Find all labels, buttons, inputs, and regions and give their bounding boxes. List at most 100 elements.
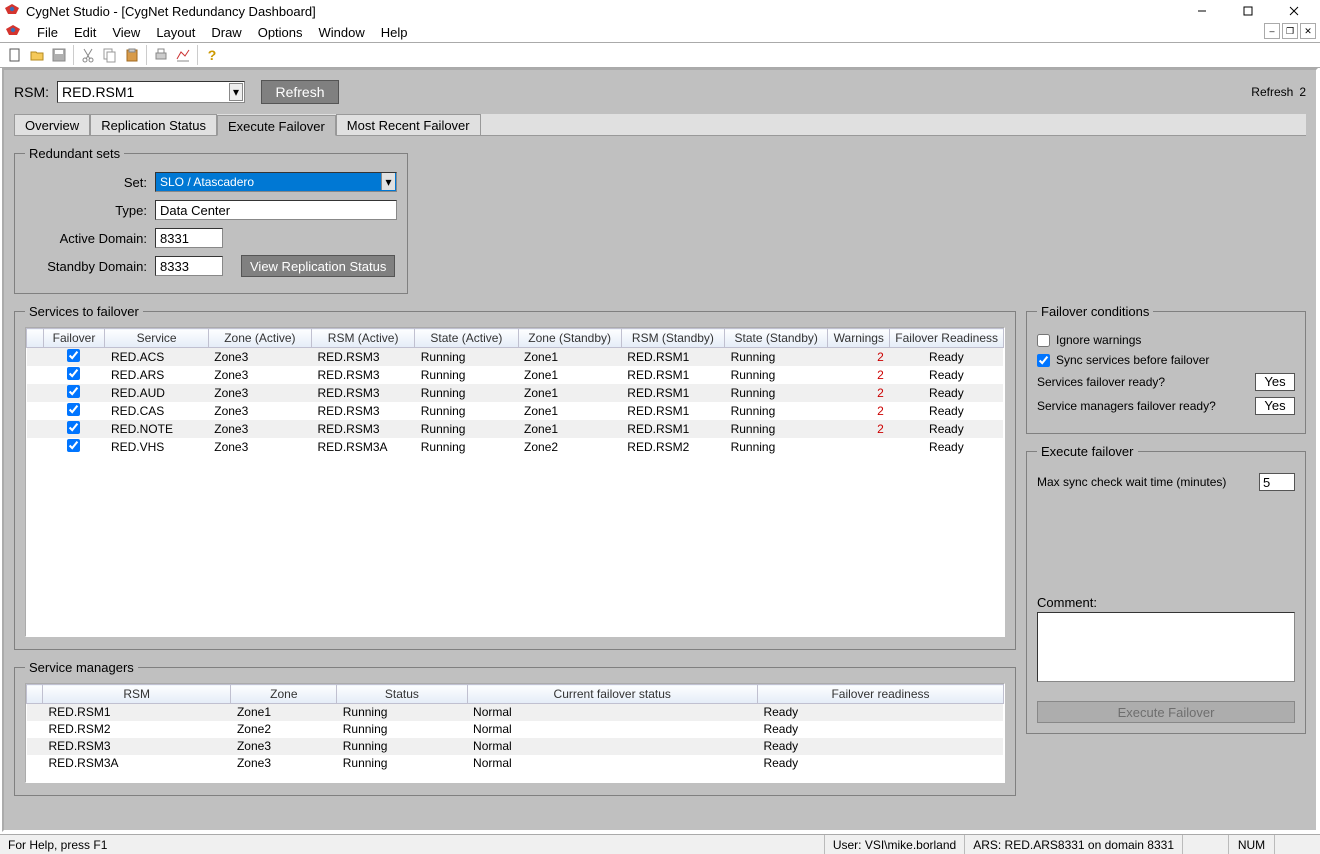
table-row[interactable]: RED.NOTEZone3RED.RSM3Running Zone1RED.RS… <box>27 420 1004 438</box>
table-row[interactable]: RED.CASZone3RED.RSM3Running Zone1RED.RSM… <box>27 402 1004 420</box>
failover-checkbox[interactable] <box>67 421 80 434</box>
managers-ready-label: Service managers failover ready? <box>1037 399 1216 413</box>
ignore-warnings-label: Ignore warnings <box>1056 333 1141 347</box>
table-row[interactable]: RED.VHSZone3RED.RSM3ARunning Zone2RED.RS… <box>27 438 1004 457</box>
rsm-select[interactable]: ▾ <box>57 81 245 103</box>
managers-col-header[interactable]: Failover readiness <box>757 685 1003 704</box>
active-domain-label: Active Domain: <box>25 231 155 246</box>
close-button[interactable] <box>1272 1 1316 21</box>
ignore-warnings-checkbox[interactable] <box>1037 334 1050 347</box>
managers-table: RSMZoneStatusCurrent failover statusFail… <box>26 684 1004 772</box>
refresh-button[interactable]: Refresh <box>261 80 339 104</box>
mdi-close-button[interactable]: ✕ <box>1300 23 1316 39</box>
redundant-sets-legend: Redundant sets <box>25 146 124 161</box>
app-logo-icon <box>4 3 20 19</box>
execute-failover-button[interactable]: Execute Failover <box>1037 701 1295 723</box>
new-icon[interactable] <box>4 44 26 66</box>
execute-failover-legend: Execute failover <box>1037 444 1138 459</box>
menu-help[interactable]: Help <box>373 23 416 42</box>
tab-execute-failover[interactable]: Execute Failover <box>217 115 336 136</box>
status-bar: For Help, press F1 User: VSI\mike.borlan… <box>0 834 1320 854</box>
failover-checkbox[interactable] <box>67 439 80 452</box>
set-value: SLO / Atascadero <box>160 175 254 189</box>
comment-label: Comment: <box>1037 595 1295 610</box>
services-col-header[interactable]: RSM (Active) <box>312 329 415 348</box>
menu-bar: FileEditViewLayoutDrawOptionsWindowHelp … <box>0 22 1320 42</box>
help-icon[interactable]: ? <box>201 44 223 66</box>
paste-icon[interactable] <box>121 44 143 66</box>
services-col-header[interactable]: Failover <box>43 329 105 348</box>
standby-domain-label: Standby Domain: <box>25 259 155 274</box>
services-col-header[interactable]: State (Standby) <box>725 329 828 348</box>
max-sync-input[interactable] <box>1259 473 1295 491</box>
maximize-button[interactable] <box>1226 1 1270 21</box>
menu-window[interactable]: Window <box>311 23 373 42</box>
mdi-minimize-button[interactable]: – <box>1264 23 1280 39</box>
open-icon[interactable] <box>26 44 48 66</box>
comment-textarea[interactable] <box>1037 612 1295 682</box>
chevron-down-icon[interactable]: ▾ <box>229 83 243 101</box>
managers-col-header[interactable]: Status <box>337 685 467 704</box>
tab-overview[interactable]: Overview <box>14 114 90 135</box>
set-label: Set: <box>25 175 155 190</box>
services-col-header[interactable]: RSM (Standby) <box>621 329 724 348</box>
copy-icon[interactable] <box>99 44 121 66</box>
mdi-restore-button[interactable]: ❐ <box>1282 23 1298 39</box>
services-col-header[interactable]: Zone (Standby) <box>518 329 621 348</box>
menu-draw[interactable]: Draw <box>203 23 249 42</box>
managers-col-header[interactable]: Current failover status <box>467 685 757 704</box>
tab-replication-status[interactable]: Replication Status <box>90 114 217 135</box>
services-col-header[interactable]: Zone (Active) <box>208 329 311 348</box>
chart-icon[interactable] <box>172 44 194 66</box>
sync-before-label: Sync services before failover <box>1056 353 1209 367</box>
toolbar: ? <box>0 42 1320 68</box>
type-value: Data Center <box>155 200 397 220</box>
table-row[interactable]: RED.AUDZone3RED.RSM3Running Zone1RED.RSM… <box>27 384 1004 402</box>
menu-layout[interactable]: Layout <box>148 23 203 42</box>
title-bar: CygNet Studio - [CygNet Redundancy Dashb… <box>0 0 1320 22</box>
managers-col-header[interactable]: Zone <box>231 685 337 704</box>
tab-bar: OverviewReplication StatusExecute Failov… <box>14 114 1306 136</box>
status-empty2 <box>1274 835 1320 854</box>
table-row[interactable]: RED.ACSZone3RED.RSM3Running Zone1RED.RSM… <box>27 348 1004 367</box>
failover-checkbox[interactable] <box>67 367 80 380</box>
tab-most-recent-failover[interactable]: Most Recent Failover <box>336 114 481 135</box>
table-row[interactable]: RED.RSM3Zone3RunningNormalReady <box>27 738 1004 755</box>
menu-file[interactable]: File <box>29 23 66 42</box>
save-icon[interactable] <box>48 44 70 66</box>
table-row[interactable]: RED.RSM3AZone3RunningNormalReady <box>27 755 1004 772</box>
set-select[interactable]: SLO / Atascadero ▾ <box>155 172 397 192</box>
managers-ready-value: Yes <box>1255 397 1295 415</box>
services-col-header[interactable]: Service <box>105 329 208 348</box>
status-empty1 <box>1182 835 1228 854</box>
status-ars: ARS: RED.ARS8331 on domain 8331 <box>964 835 1182 854</box>
refresh-count: 2 <box>1299 85 1306 99</box>
view-replication-status-button[interactable]: View Replication Status <box>241 255 395 277</box>
minimize-button[interactable] <box>1180 1 1224 21</box>
failover-checkbox[interactable] <box>67 403 80 416</box>
sync-before-checkbox[interactable] <box>1037 354 1050 367</box>
failover-checkbox[interactable] <box>67 349 80 362</box>
print-icon[interactable] <box>150 44 172 66</box>
services-col-header[interactable]: Failover Readiness <box>890 329 1004 348</box>
doc-logo-icon <box>5 24 21 40</box>
table-row[interactable]: RED.RSM1Zone1RunningNormalReady <box>27 704 1004 721</box>
failover-conditions-legend: Failover conditions <box>1037 304 1153 319</box>
services-col-header[interactable]: State (Active) <box>415 329 518 348</box>
table-row[interactable]: RED.RSM2Zone2RunningNormalReady <box>27 721 1004 738</box>
failover-checkbox[interactable] <box>67 385 80 398</box>
services-col-header[interactable]: Warnings <box>828 329 890 348</box>
table-row[interactable]: RED.ARSZone3RED.RSM3Running Zone1RED.RSM… <box>27 366 1004 384</box>
rsm-input[interactable] <box>58 82 244 102</box>
window-title: CygNet Studio - [CygNet Redundancy Dashb… <box>26 4 1180 19</box>
status-help: For Help, press F1 <box>0 835 824 854</box>
menu-view[interactable]: View <box>104 23 148 42</box>
chevron-down-icon[interactable]: ▾ <box>381 173 395 190</box>
services-table: FailoverServiceZone (Active)RSM (Active)… <box>26 328 1004 457</box>
menu-options[interactable]: Options <box>250 23 311 42</box>
cut-icon[interactable] <box>77 44 99 66</box>
work-area: RSM: ▾ Refresh Refresh 2 OverviewReplica… <box>2 68 1318 832</box>
menu-edit[interactable]: Edit <box>66 23 104 42</box>
managers-col-header[interactable]: RSM <box>43 685 231 704</box>
status-num: NUM <box>1228 835 1274 854</box>
